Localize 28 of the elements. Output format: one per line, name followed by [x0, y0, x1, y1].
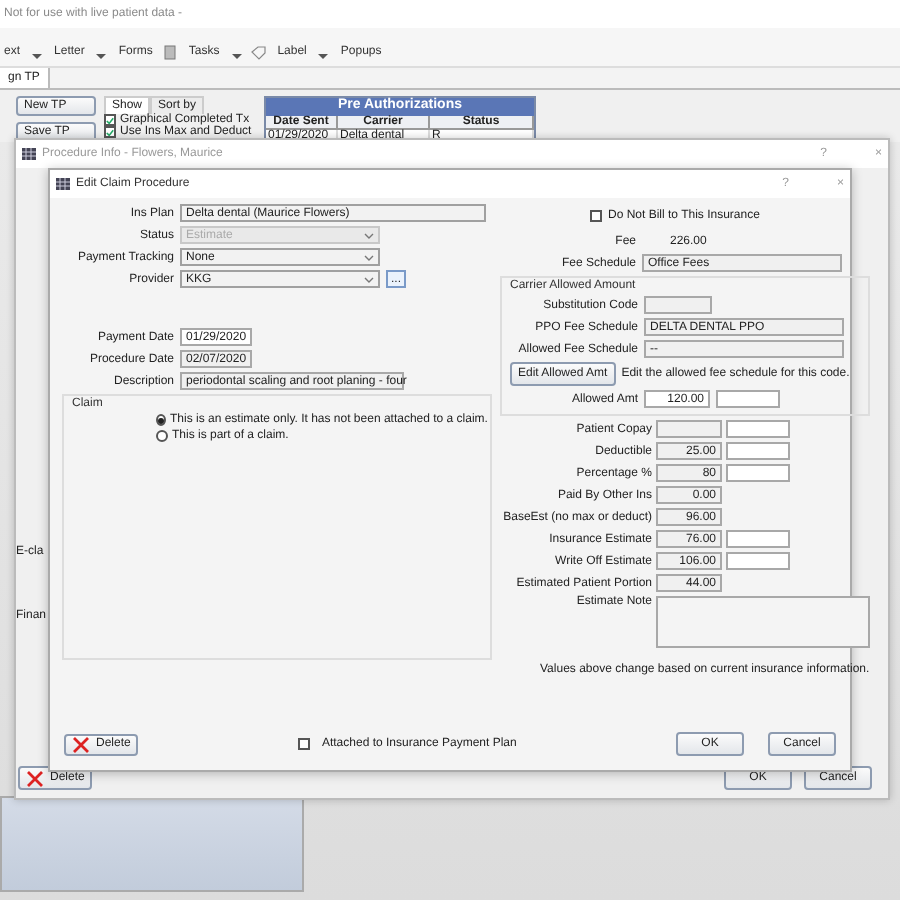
checkbox[interactable] — [104, 126, 116, 138]
override-field[interactable] — [716, 390, 780, 408]
checkbox[interactable] — [590, 210, 602, 222]
chevron-down-icon — [364, 231, 374, 239]
dropdown-caret-icon[interactable] — [318, 52, 329, 60]
dropdown-caret-icon[interactable] — [231, 52, 242, 60]
window-icon — [22, 148, 36, 160]
delete-icon — [26, 769, 44, 787]
text-field[interactable] — [644, 296, 712, 314]
dropdown-caret-icon[interactable] — [32, 52, 43, 60]
checkbox[interactable] — [104, 114, 116, 126]
dropdown-caret-icon[interactable] — [96, 52, 107, 60]
amount-field[interactable] — [656, 420, 722, 438]
note-field[interactable] — [656, 596, 870, 648]
delete-icon — [72, 735, 90, 753]
window-icon — [56, 178, 70, 190]
radio-button[interactable] — [156, 414, 166, 426]
radio-button[interactable] — [156, 430, 168, 442]
tag-icon — [249, 46, 266, 60]
clipboard-icon — [164, 44, 177, 60]
override-field[interactable] — [726, 420, 790, 438]
override-field[interactable] — [726, 464, 790, 482]
override-field[interactable] — [726, 552, 790, 570]
chevron-down-icon — [364, 253, 374, 261]
chevron-down-icon — [364, 275, 374, 283]
override-field[interactable] — [726, 530, 790, 548]
checkbox[interactable] — [297, 738, 310, 750]
override-field[interactable] — [726, 442, 790, 460]
